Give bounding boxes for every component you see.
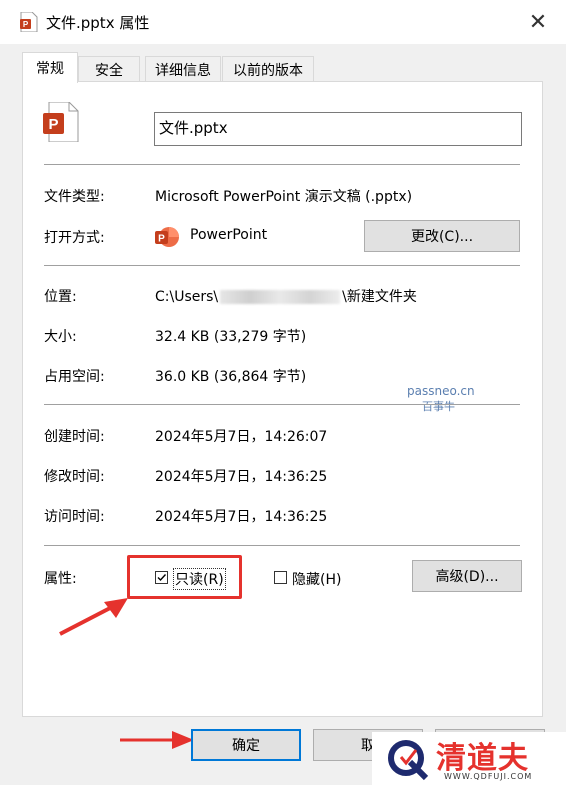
close-icon: ✕ [528,9,548,35]
separator [44,404,520,405]
logo: 清道夫 WWW.QDFUJI.COM [372,732,566,785]
button-label: 更改(C)... [410,229,474,245]
size-on-disk-label: 占用空间: [44,369,105,385]
tab-label: 以前的版本 [233,62,303,79]
title-bar: P 文件.pptx 属性 ✕ [0,0,566,44]
window-title: 文件.pptx 属性 [46,14,150,32]
watermark-text: passneo.cn [407,384,475,398]
tab-previous-versions[interactable]: 以前的版本 [222,56,314,82]
svg-text:P: P [23,20,29,29]
file-type-label: 文件类型: [44,189,105,205]
tab-label: 安全 [95,62,123,79]
button-label: 确定 [232,738,260,754]
button-label: 高级(D)... [435,569,499,585]
advanced-button[interactable]: 高级(D)... [412,560,522,592]
powerpoint-app-icon: P [155,227,179,247]
tab-details[interactable]: 详细信息 [145,56,221,82]
attributes-label: 属性: [44,571,77,587]
file-type-value: Microsoft PowerPoint 演示文稿 (.pptx) [155,189,413,205]
tab-label: 常规 [36,61,64,77]
close-button[interactable]: ✕ [522,8,554,36]
size-label: 大小: [44,329,77,345]
location-suffix: \新建文件夹 [342,289,417,305]
created-value: 2024年5月7日，14:26:07 [155,429,328,445]
svg-text:P: P [48,116,58,133]
tab-label: 详细信息 [155,62,211,79]
logo-title: 清道夫 [436,741,529,776]
location-prefix: C:\Users\ [155,289,219,305]
redacted-path [220,290,341,304]
opens-with-value: PowerPoint [190,227,268,243]
size-value: 32.4 KB (33,279 字节) [155,329,307,345]
change-button[interactable]: 更改(C)... [364,220,520,252]
hidden-checkbox[interactable] [274,571,287,584]
opens-with-label: 打开方式: [44,230,105,246]
separator [44,164,520,165]
tab-security[interactable]: 安全 [78,56,140,82]
modified-label: 修改时间: [44,469,105,485]
hidden-label[interactable]: 隐藏(H) [292,569,341,589]
created-label: 创建时间: [44,429,105,445]
logo-url: WWW.QDFUJI.COM [444,772,533,781]
separator [44,545,520,546]
svg-text:P: P [158,234,165,245]
readonly-checkbox[interactable] [155,571,168,584]
watermark-text: 百事牛 [422,400,455,413]
ok-button[interactable]: 确定 [191,729,301,761]
modified-value: 2024年5月7日，14:36:25 [155,469,328,485]
check-icon [157,574,167,582]
tab-general[interactable]: 常规 [22,52,78,83]
accessed-label: 访问时间: [44,509,105,525]
location-label: 位置: [44,289,77,305]
readonly-label[interactable]: 只读(R) [173,568,226,590]
powerpoint-file-icon: P [43,102,79,142]
separator [44,265,520,266]
logo-q-icon [388,740,429,781]
size-on-disk-value: 36.0 KB (36,864 字节) [155,369,307,385]
arrow-annotation [120,731,194,749]
file-name-input[interactable]: 文件.pptx [154,112,522,146]
location-value: C:\Users\ \新建文件夹 [155,286,417,306]
arrow-annotation [59,598,128,636]
accessed-value: 2024年5月7日，14:36:25 [155,509,328,525]
powerpoint-file-icon: P [20,12,38,32]
